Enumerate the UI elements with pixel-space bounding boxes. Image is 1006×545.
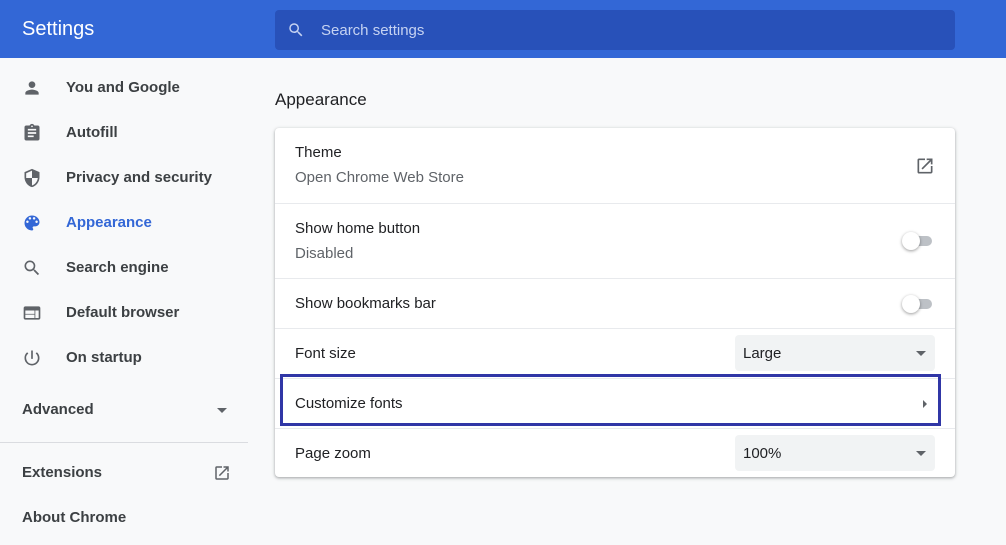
open-in-new-icon [215,466,229,480]
about-chrome-link[interactable]: About Chrome [22,509,237,533]
bookmarks-bar-row: Show bookmarks bar [275,278,955,328]
search-input[interactable] [321,10,941,50]
advanced-toggle[interactable]: Advanced [22,401,237,423]
sidebar-item-appearance[interactable]: Appearance [0,201,248,246]
search-icon [24,260,40,276]
clipboard-icon [24,123,40,141]
extensions-label: Extensions [22,464,103,481]
bookmarks-bar-toggle[interactable] [902,294,932,314]
page-zoom-value: 100% [743,445,782,462]
page-zoom-row: Page zoom 100% [275,428,955,477]
sidebar-item-label: Search engine [66,259,169,276]
sidebar-item-autofill[interactable]: Autofill [0,111,248,156]
theme-subtitle: Open Chrome Web Store [295,169,464,186]
sidebar-item-privacy-and-security[interactable]: Privacy and security [0,156,248,201]
bookmarks-bar-title: Show bookmarks bar [295,295,436,312]
toggle-knob [902,232,920,250]
dropdown-arrow-icon [916,351,926,356]
sidebar-item-on-startup[interactable]: On startup [0,336,248,381]
person-icon [25,81,39,95]
sidebar-divider [0,442,248,443]
page-zoom-title: Page zoom [295,445,371,462]
shield-icon [24,168,40,188]
font-size-value: Large [743,345,782,362]
sidebar-item-label: Privacy and security [66,169,212,186]
section-title: Appearance [275,90,367,109]
font-size-select[interactable]: Large [735,335,935,371]
home-button-title: Show home button [295,220,421,237]
chevron-down-icon [217,408,227,413]
home-button-toggle[interactable] [902,231,932,251]
sidebar-item-label: Autofill [66,124,118,141]
sidebar-item-label: On startup [66,349,142,366]
sidebar-item-search-engine[interactable]: Search engine [0,246,248,291]
extensions-link[interactable]: Extensions [22,464,237,488]
advanced-label: Advanced [22,401,94,418]
about-chrome-label: About Chrome [22,509,127,526]
power-icon [24,350,40,366]
font-size-title: Font size [295,345,356,362]
appearance-card: Theme Open Chrome Web Store Show home bu… [275,128,955,477]
home-button-row: Show home button Disabled [275,203,955,278]
toggle-knob [902,295,920,313]
sidebar-item-label: You and Google [66,79,180,96]
settings-header: Settings [0,0,1006,58]
search-icon [289,23,303,37]
sidebar: You and Google Autofill Privacy and secu… [0,58,248,545]
browser-window-icon [23,306,41,320]
font-size-row: Font size Large [275,328,955,378]
customize-fonts-title: Customize fonts [295,395,403,412]
sidebar-item-label: Appearance [66,214,152,231]
sidebar-item-default-browser[interactable]: Default browser [0,291,248,336]
search-bar[interactable] [275,10,955,50]
theme-row[interactable]: Theme Open Chrome Web Store [275,128,955,203]
sidebar-item-label: Default browser [66,304,180,321]
palette-icon [24,215,40,231]
sidebar-item-you-and-google[interactable]: You and Google [0,66,248,111]
theme-title: Theme [295,144,342,161]
customize-fonts-row[interactable]: Customize fonts [275,378,955,428]
dropdown-arrow-icon [916,451,926,456]
chevron-right-icon [923,400,927,408]
open-in-new-icon[interactable] [915,156,935,176]
home-button-subtitle: Disabled [295,245,354,262]
page-title: Settings [22,18,95,40]
page-zoom-select[interactable]: 100% [735,435,935,471]
